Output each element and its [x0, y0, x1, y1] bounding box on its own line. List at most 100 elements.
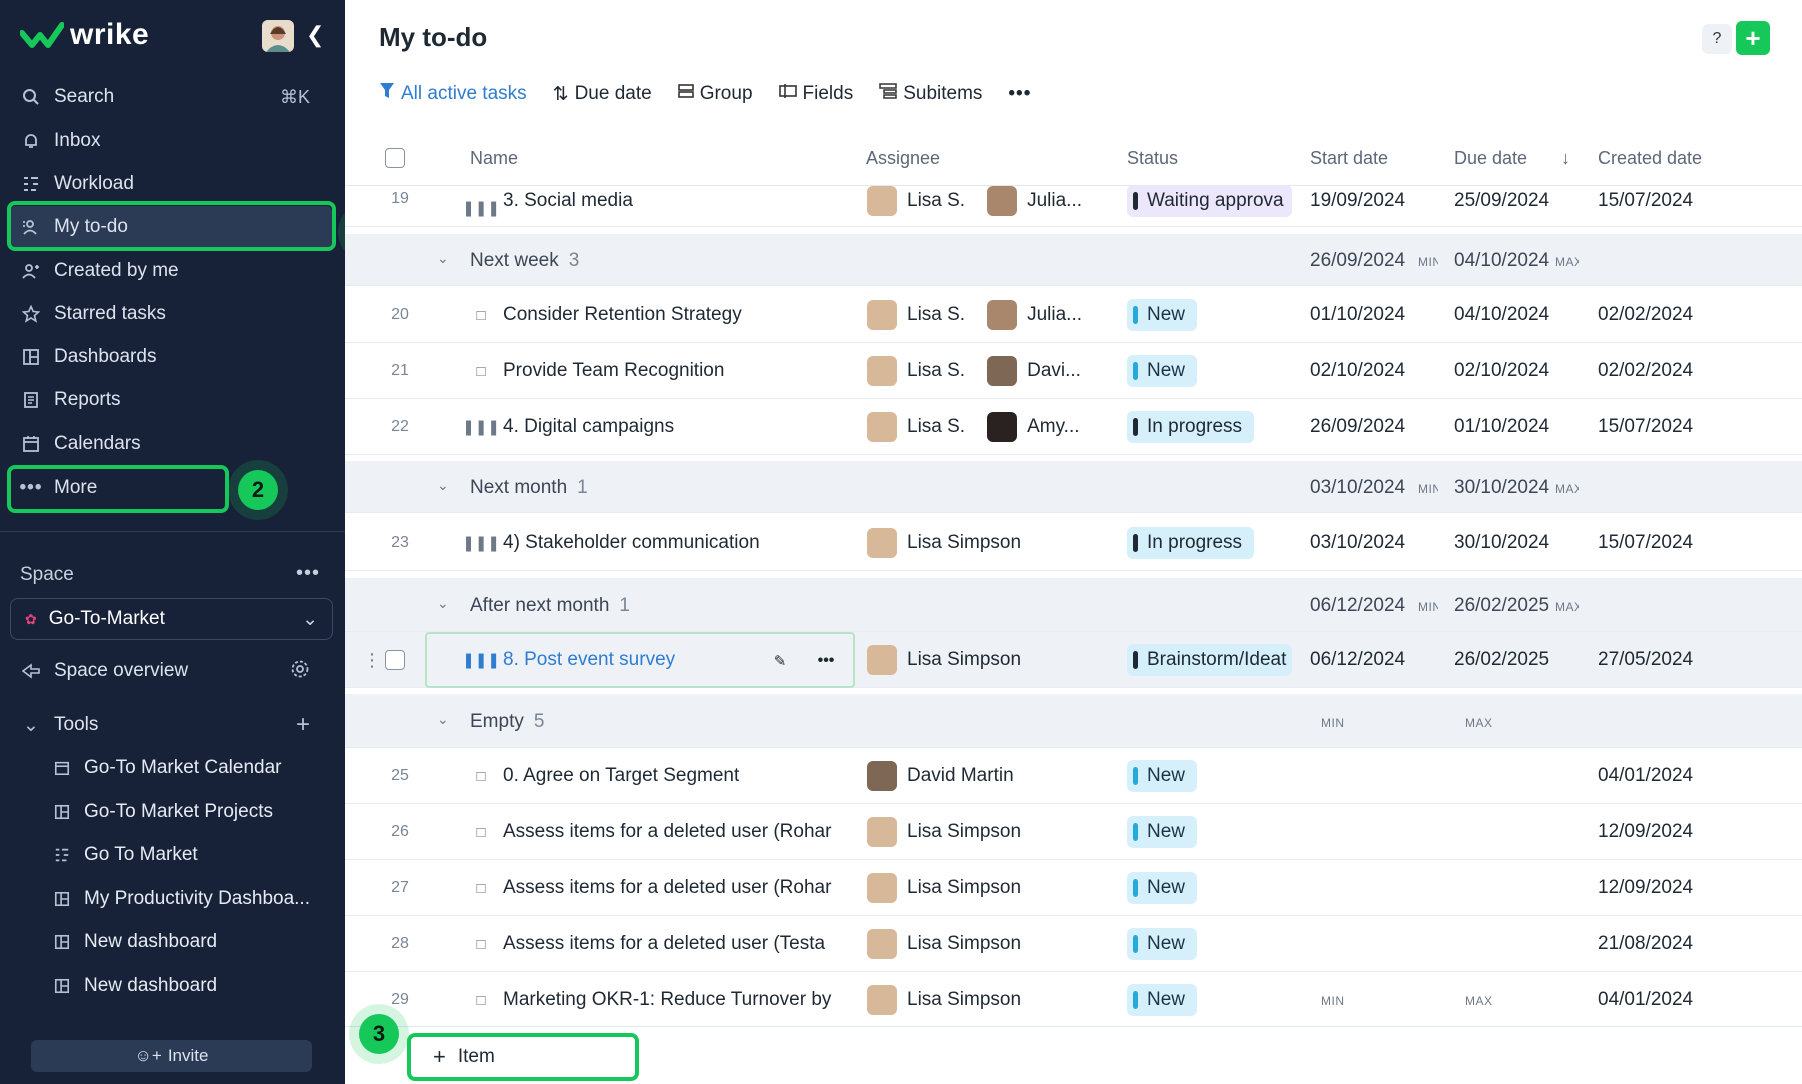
table-row[interactable]: 23 ❚❚❚ 4) Stakeholder communication Lisa… [345, 515, 1802, 571]
task-name[interactable]: Provide Team Recognition [503, 360, 724, 382]
assignees[interactable]: Lisa Simpson [867, 929, 1021, 959]
tool-item-projects[interactable]: Go-To Market Projects [52, 792, 342, 832]
column-header-due-date[interactable]: Due date [1454, 148, 1527, 169]
tool-item-new-dashboard-1[interactable]: New dashboard [52, 922, 342, 962]
status-badge[interactable]: New [1127, 355, 1198, 387]
status-badge[interactable]: New [1127, 760, 1198, 792]
subitems-button[interactable]: Subitems [879, 83, 982, 105]
create-new-button[interactable]: + [1736, 21, 1770, 55]
chevron-down-icon[interactable]: ⌄ [437, 595, 449, 612]
task-name[interactable]: 3. Social media [503, 190, 633, 212]
column-header-created-date[interactable]: Created date [1598, 148, 1702, 169]
table-row[interactable]: 27 □ Assess items for a deleted user (Ro… [345, 860, 1802, 916]
sidebar-item-starred[interactable]: Starred tasks [10, 293, 332, 335]
tool-item-productivity[interactable]: My Productivity Dashboa... [52, 879, 342, 919]
tool-item-go-to-market[interactable]: Go To Market [52, 835, 342, 875]
chevron-down-icon[interactable]: ⌄ [437, 477, 449, 494]
group-header-after-next-month[interactable]: ⌄ After next month 1 06/12/2024 MIN 26/02… [345, 578, 1802, 632]
due-date[interactable]: 01/10/2024 [1454, 416, 1549, 438]
collapse-sidebar-icon[interactable]: ❮ [306, 22, 324, 48]
table-row[interactable]: 29 □ Marketing OKR-1: Reduce Turnover by… [345, 972, 1802, 1028]
add-item-button[interactable]: + Item [407, 1033, 639, 1081]
column-header-name[interactable]: Name [470, 148, 518, 169]
task-name[interactable]: 4. Digital campaigns [503, 416, 674, 438]
table-row[interactable]: 20 □ Consider Retention Strategy Lisa S.… [345, 287, 1802, 343]
status-badge[interactable]: Brainstorm/Ideat [1127, 644, 1292, 676]
sort-button[interactable]: ⇅ Due date [553, 83, 652, 106]
space-options-icon[interactable]: ••• [296, 562, 320, 585]
select-all-checkbox[interactable] [385, 148, 405, 168]
status-badge[interactable]: In progress [1127, 527, 1255, 559]
fields-button[interactable]: Fields [778, 83, 853, 105]
wrike-logo[interactable]: wrike [20, 18, 149, 52]
start-date[interactable]: 01/10/2024 [1310, 304, 1405, 326]
assignees[interactable]: Lisa Simpson [867, 873, 1021, 903]
chevron-down-icon[interactable]: ⌄ [437, 711, 449, 728]
table-row[interactable]: 26 □ Assess items for a deleted user (Ro… [345, 804, 1802, 860]
due-date[interactable]: 04/10/2024 [1454, 304, 1549, 326]
start-date[interactable]: 02/10/2024 [1310, 360, 1405, 382]
task-name[interactable]: Consider Retention Strategy [503, 304, 742, 326]
table-row[interactable]: 25 □ 0. Agree on Target Segment David Ma… [345, 748, 1802, 804]
help-icon[interactable]: ? [1702, 24, 1732, 54]
task-name[interactable]: Assess items for a deleted user (Testa [503, 933, 843, 955]
sidebar-item-calendars[interactable]: Calendars [10, 423, 332, 465]
task-name[interactable]: Marketing OKR-1: Reduce Turnover by [503, 989, 843, 1011]
task-name[interactable]: Assess items for a deleted user (Rohar [503, 877, 843, 899]
sidebar-item-dashboards[interactable]: Dashboards [10, 336, 332, 378]
search-button[interactable]: Search ⌘K [10, 76, 332, 118]
tool-item-new-dashboard-2[interactable]: New dashboard [52, 966, 342, 1006]
space-overview[interactable]: Space overview [10, 650, 332, 692]
start-date[interactable]: 26/09/2024 [1310, 416, 1405, 438]
chevron-down-icon[interactable]: ⌄ [437, 250, 449, 267]
task-name[interactable]: 0. Agree on Target Segment [503, 765, 739, 787]
status-badge[interactable]: Waiting approva [1127, 185, 1292, 217]
add-tool-icon[interactable]: + [296, 711, 310, 739]
column-header-assignee[interactable]: Assignee [866, 148, 940, 169]
assignees[interactable]: Lisa S. Davi... [867, 356, 1081, 386]
table-row[interactable]: 28 □ Assess items for a deleted user (Te… [345, 916, 1802, 972]
assignees[interactable]: David Martin [867, 761, 1014, 791]
space-selector[interactable]: ✿ Go-To-Market ⌄ [10, 598, 333, 640]
start-date[interactable]: 06/12/2024 [1310, 649, 1405, 671]
assignees[interactable]: Lisa Simpson [867, 528, 1021, 558]
status-badge[interactable]: New [1127, 872, 1198, 904]
task-name[interactable]: Assess items for a deleted user (Rohar [503, 821, 843, 843]
status-badge[interactable]: New [1127, 984, 1198, 1016]
table-row[interactable]: 21 □ Provide Team Recognition Lisa S. Da… [345, 343, 1802, 399]
gear-icon[interactable] [290, 659, 310, 684]
table-row[interactable]: 19 ❚❚❚ 3. Social media Lisa S. Julia... … [345, 185, 1802, 227]
row-checkbox[interactable] [385, 650, 405, 670]
status-badge[interactable]: In progress [1127, 411, 1255, 443]
row-more-icon[interactable]: ••• [811, 646, 841, 676]
column-header-status[interactable]: Status [1127, 148, 1178, 169]
assignees[interactable]: Lisa S. Julia... [867, 186, 1082, 216]
column-header-start-date[interactable]: Start date [1310, 148, 1388, 169]
task-name[interactable]: 4) Stakeholder communication [503, 532, 760, 554]
status-badge[interactable]: New [1127, 816, 1198, 848]
group-header-next-month[interactable]: ⌄ Next month 1 03/10/2024 MIN 30/10/2024 … [345, 461, 1802, 513]
assignees[interactable]: Lisa Simpson [867, 985, 1021, 1015]
start-date[interactable]: 19/09/2024 [1310, 190, 1405, 212]
tool-item-calendar[interactable]: Go-To Market Calendar [52, 748, 342, 788]
assignees[interactable]: Lisa S. Julia... [867, 300, 1082, 330]
sidebar-item-reports[interactable]: Reports [10, 379, 332, 421]
status-badge[interactable]: New [1127, 299, 1198, 331]
sort-descending-icon[interactable]: ↓ [1561, 148, 1570, 169]
group-button[interactable]: Group [677, 83, 753, 105]
invite-button[interactable]: ☺+ Invite [31, 1040, 312, 1072]
sidebar-item-created-by-me[interactable]: Created by me [10, 250, 332, 292]
sidebar-item-workload[interactable]: Workload [10, 163, 332, 205]
assignees[interactable]: Lisa S. Amy... [867, 412, 1080, 442]
user-avatar[interactable] [262, 20, 294, 52]
more-options-icon[interactable]: ••• [1008, 83, 1031, 105]
due-date[interactable]: 26/02/2025 [1454, 649, 1549, 671]
due-date[interactable]: 02/10/2024 [1454, 360, 1549, 382]
assignees[interactable]: Lisa Simpson [867, 817, 1021, 847]
start-date[interactable]: 03/10/2024 [1310, 532, 1405, 554]
due-date[interactable]: 30/10/2024 [1454, 532, 1549, 554]
status-badge[interactable]: New [1127, 928, 1198, 960]
assignees[interactable]: Lisa Simpson [867, 645, 1021, 675]
sidebar-item-inbox[interactable]: Inbox [10, 120, 332, 162]
filter-button[interactable]: All active tasks [379, 82, 527, 106]
